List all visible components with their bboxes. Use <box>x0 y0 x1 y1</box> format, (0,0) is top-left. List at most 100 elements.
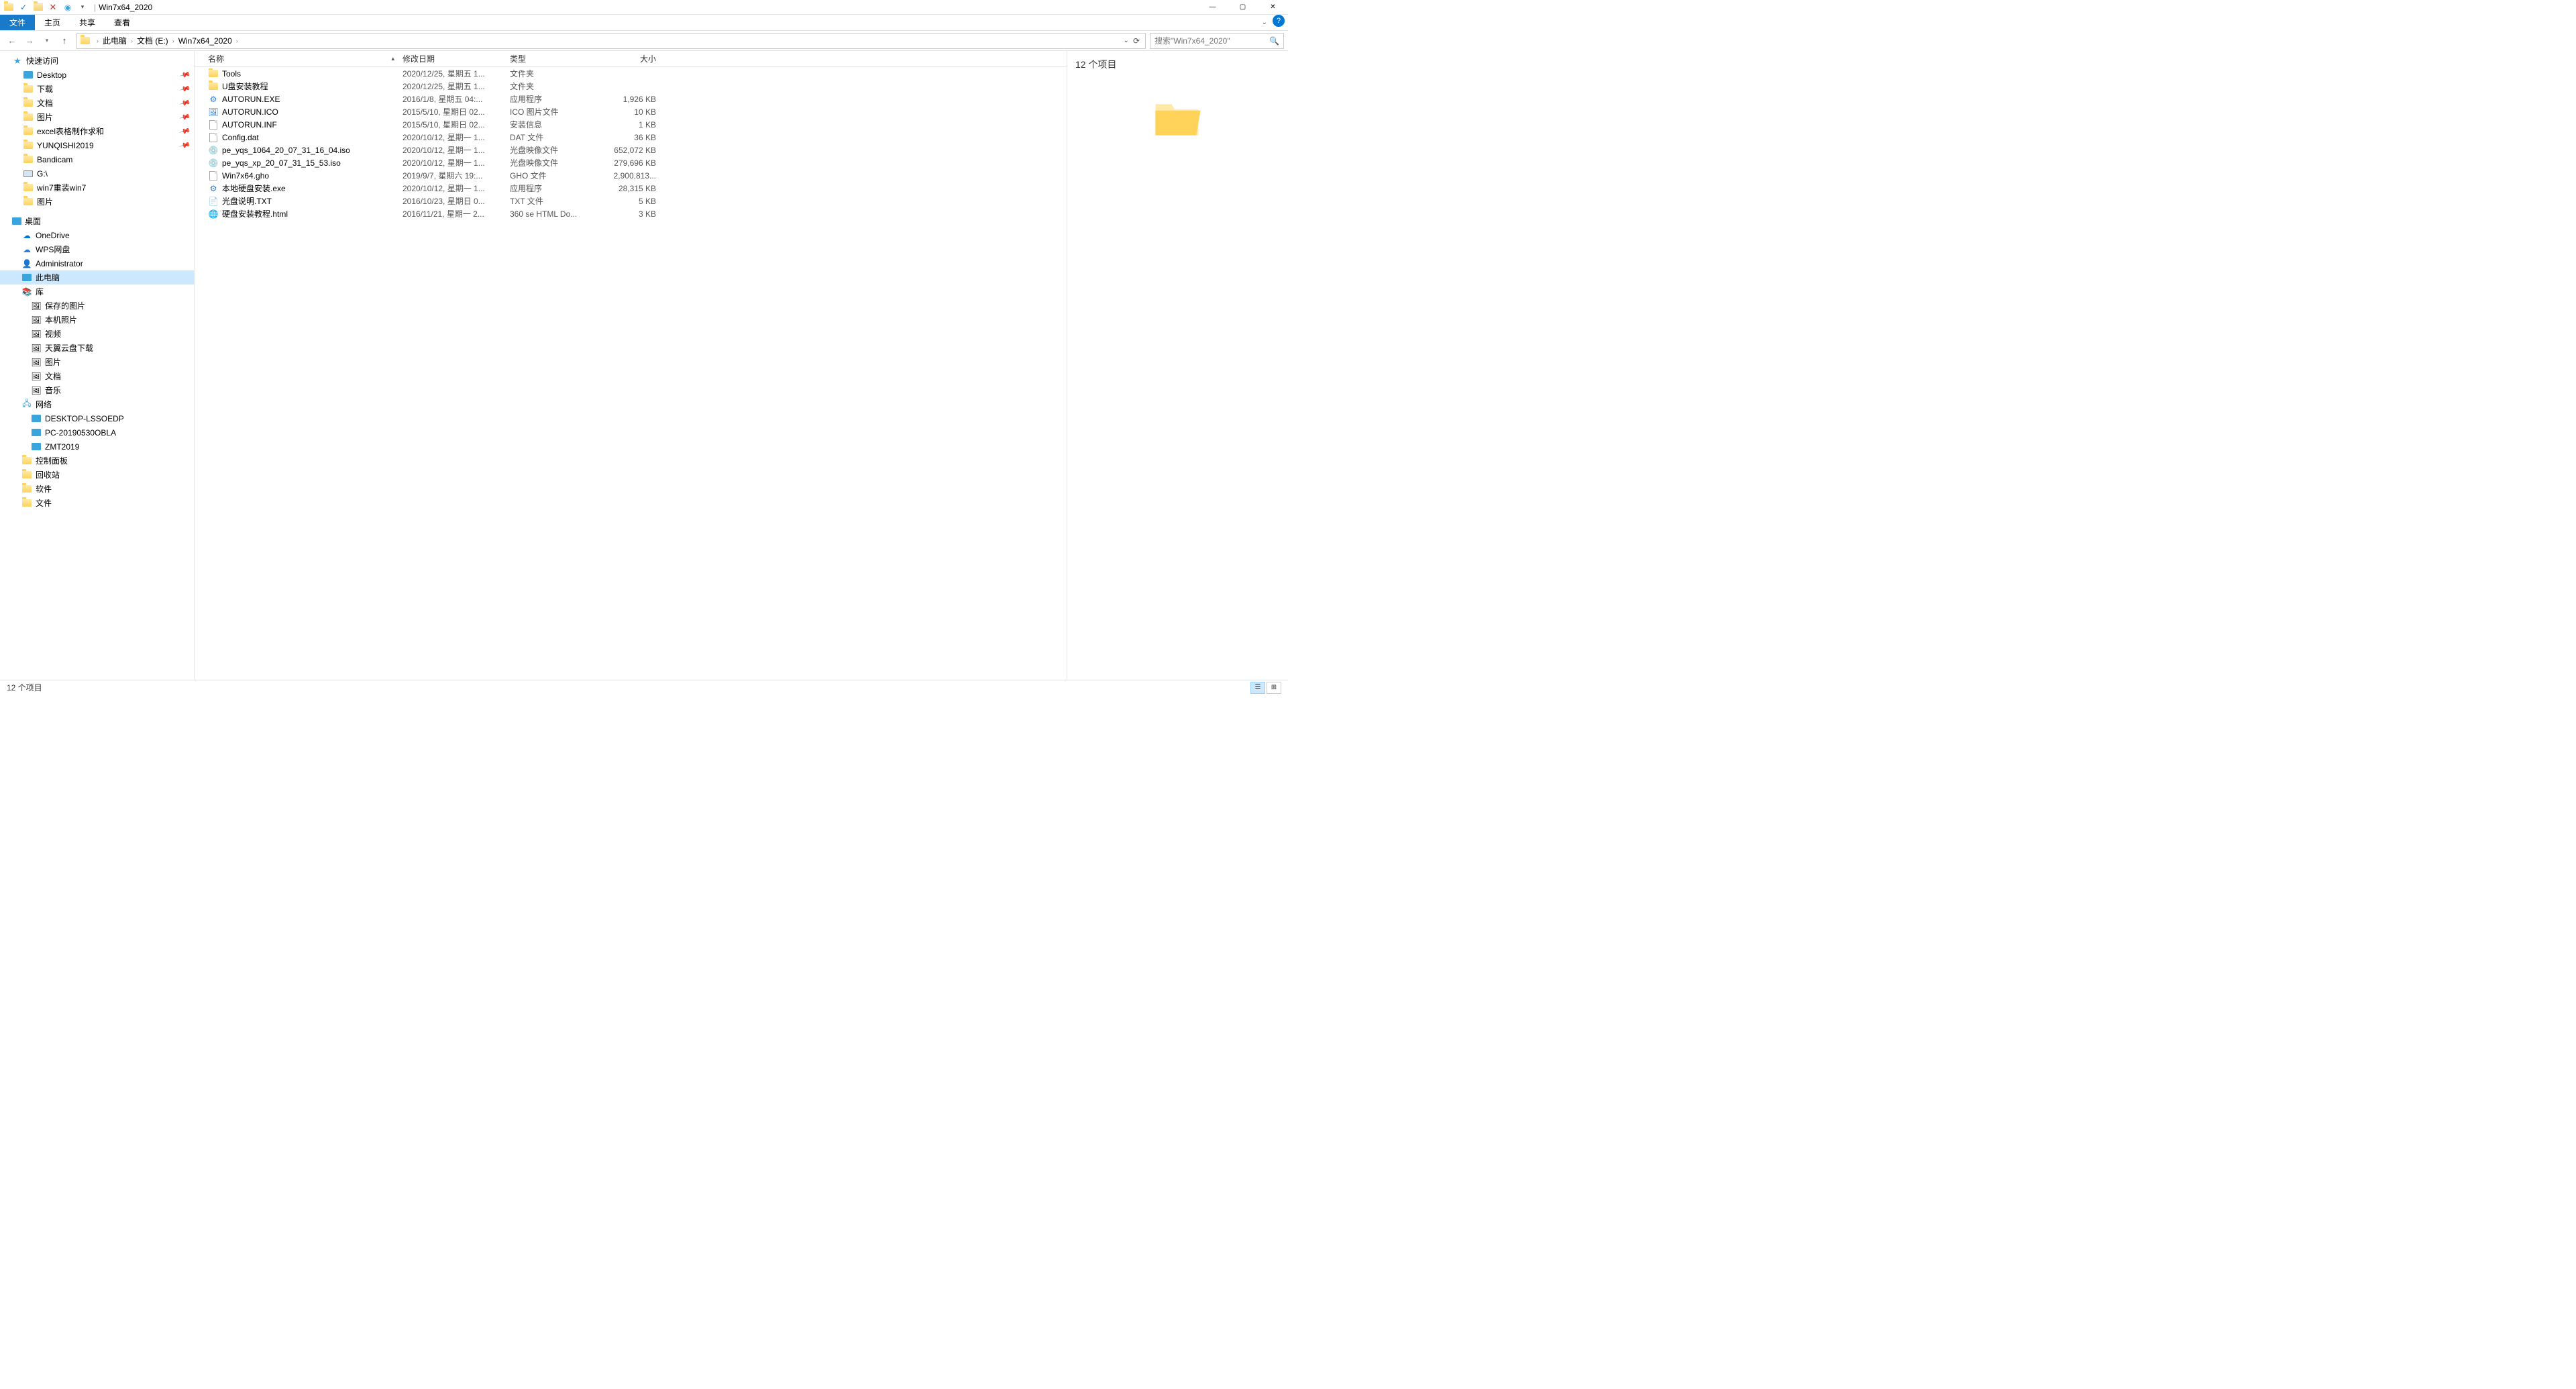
sidebar-item[interactable]: ZMT2019 <box>0 440 194 454</box>
file-row[interactable]: Tools 2020/12/25, 星期五 1... 文件夹 <box>195 67 1067 80</box>
sidebar-item[interactable]: Bandicam <box>0 152 194 166</box>
tree-desktop-root[interactable]: 桌面 <box>0 214 194 228</box>
qat-prev-icon[interactable]: ◉ <box>62 1 74 13</box>
sidebar-item[interactable]: PC-20190530OBLA <box>0 425 194 440</box>
tree-network[interactable]: 🖧 网络 <box>0 397 194 411</box>
tab-file[interactable]: 文件 <box>0 15 35 30</box>
ribbon-expand-icon[interactable]: ⌄ <box>1256 15 1273 30</box>
folder-icon[interactable] <box>32 1 44 13</box>
file-size: 5 KB <box>593 197 660 206</box>
file-list[interactable]: Tools 2020/12/25, 星期五 1... 文件夹 U盘安装教程 20… <box>195 67 1067 680</box>
forward-button[interactable]: → <box>21 33 38 49</box>
tab-home[interactable]: 主页 <box>35 15 70 30</box>
chevron-right-icon[interactable]: › <box>170 38 177 44</box>
help-icon[interactable]: ? <box>1273 15 1285 27</box>
tree-quick-access[interactable]: ★ 快速访问 <box>0 54 194 68</box>
close-button[interactable]: ✕ <box>1258 0 1288 15</box>
sidebar-item[interactable]: Desktop 📌 <box>0 68 194 82</box>
breadcrumb[interactable]: 此电脑 <box>101 35 128 46</box>
library-icon: 🖼 <box>31 315 42 325</box>
search-input[interactable] <box>1155 36 1269 46</box>
tree-label: 控制面板 <box>36 455 68 466</box>
refresh-icon[interactable]: ⟳ <box>1133 36 1140 46</box>
ribbon-minimize-icon[interactable] <box>1184 0 1197 15</box>
folder-icon <box>21 484 32 495</box>
file-date: 2015/5/10, 星期日 02... <box>398 106 506 117</box>
sidebar-item[interactable]: win7重装win7 <box>0 181 194 195</box>
search-icon[interactable]: 🔍 <box>1269 36 1279 46</box>
address-dropdown-icon[interactable]: ⌄ <box>1124 37 1129 44</box>
qat-dropdown-icon[interactable]: ▾ <box>76 1 89 13</box>
qat-check-icon[interactable]: ✓ <box>17 1 30 13</box>
file-row[interactable]: U盘安装教程 2020/12/25, 星期五 1... 文件夹 <box>195 80 1067 93</box>
folder-icon <box>23 126 34 137</box>
file-row[interactable]: 🖼 AUTORUN.ICO 2015/5/10, 星期日 02... ICO 图… <box>195 105 1067 118</box>
sidebar-item[interactable]: ☁ WPS网盘 <box>0 242 194 256</box>
file-type: TXT 文件 <box>506 195 593 207</box>
sidebar-item[interactable]: 🖼 文档 <box>0 369 194 383</box>
sidebar-item[interactable]: 文档 📌 <box>0 96 194 110</box>
computer-icon <box>31 442 42 452</box>
sidebar-item[interactable]: 图片 <box>0 195 194 209</box>
file-row[interactable]: 🌐 硬盘安装教程.html 2016/11/21, 星期一 2... 360 s… <box>195 207 1067 220</box>
sidebar-item[interactable]: 🖼 视频 <box>0 327 194 341</box>
chevron-right-icon[interactable]: › <box>94 38 101 44</box>
maximize-button[interactable]: ▢ <box>1228 0 1258 15</box>
sidebar-item[interactable]: 🖼 音乐 <box>0 383 194 397</box>
sidebar-item[interactable]: 文件 <box>0 496 194 510</box>
view-details-button[interactable]: ☰ <box>1250 682 1265 694</box>
file-row[interactable]: AUTORUN.INF 2015/5/10, 星期日 02... 安装信息 1 … <box>195 118 1067 131</box>
back-button[interactable]: ← <box>4 33 20 49</box>
sidebar-item[interactable]: YUNQISHI2019 📌 <box>0 138 194 152</box>
sidebar-item[interactable]: 🖼 保存的图片 <box>0 299 194 313</box>
sidebar-item[interactable]: 软件 <box>0 482 194 496</box>
minimize-button[interactable]: — <box>1197 0 1228 15</box>
file-row[interactable]: Win7x64.gho 2019/9/7, 星期六 19:... GHO 文件 … <box>195 169 1067 182</box>
sidebar-item[interactable]: 控制面板 <box>0 454 194 468</box>
sidebar-item[interactable]: excel表格制作求和 📌 <box>0 124 194 138</box>
file-row[interactable]: ⚙ 本地硬盘安装.exe 2020/10/12, 星期一 1... 应用程序 2… <box>195 182 1067 195</box>
sidebar-item[interactable]: 👤 Administrator <box>0 256 194 270</box>
disk-icon <box>23 168 34 179</box>
sidebar-item[interactable]: ☁ OneDrive <box>0 228 194 242</box>
sidebar-item[interactable]: 🖼 图片 <box>0 355 194 369</box>
sidebar-item[interactable]: 图片 📌 <box>0 110 194 124</box>
chevron-right-icon[interactable]: › <box>233 38 241 44</box>
gho-icon <box>208 170 219 181</box>
search-box[interactable]: 🔍 <box>1150 33 1284 49</box>
file-name: U盘安装教程 <box>222 81 268 92</box>
file-row[interactable]: Config.dat 2020/10/12, 星期一 1... DAT 文件 3… <box>195 131 1067 144</box>
file-row[interactable]: 💿 pe_yqs_1064_20_07_31_16_04.iso 2020/10… <box>195 144 1067 156</box>
tree-label: 快速访问 <box>26 55 58 66</box>
tab-share[interactable]: 共享 <box>70 15 105 30</box>
view-thumbnails-button[interactable]: ⊞ <box>1267 682 1281 694</box>
address-bar[interactable]: › 此电脑 › 文档 (E:) › Win7x64_2020 › ⌄ ⟳ <box>76 33 1146 49</box>
sidebar-item[interactable]: 🖼 本机照片 <box>0 313 194 327</box>
library-icon: 🖼 <box>31 301 42 311</box>
sidebar-item[interactable]: 回收站 <box>0 468 194 482</box>
file-name: Win7x64.gho <box>222 171 269 181</box>
status-item-count: 12 个项目 <box>7 682 42 693</box>
chevron-right-icon[interactable]: › <box>128 38 136 44</box>
sidebar-item[interactable]: 📚 库 <box>0 285 194 299</box>
column-name[interactable]: 名称▴ <box>204 51 398 66</box>
sidebar-item[interactable]: 下载 📌 <box>0 82 194 96</box>
sidebar-item[interactable]: DESKTOP-LSSOEDP <box>0 411 194 425</box>
file-row[interactable]: 📄 光盘说明.TXT 2016/10/23, 星期日 0... TXT 文件 5… <box>195 195 1067 207</box>
tab-view[interactable]: 查看 <box>105 15 140 30</box>
breadcrumb[interactable]: Win7x64_2020 <box>177 36 233 46</box>
breadcrumb[interactable]: 文档 (E:) <box>136 35 170 46</box>
navigation-tree[interactable]: ★ 快速访问 Desktop 📌 下载 📌 文档 📌 图片 📌 excel表格制… <box>0 51 195 680</box>
qat-delete-icon[interactable]: ✕ <box>47 1 59 13</box>
file-row[interactable]: ⚙ AUTORUN.EXE 2016/1/8, 星期五 04:... 应用程序 … <box>195 93 1067 105</box>
column-date[interactable]: 修改日期 <box>398 51 506 66</box>
column-size[interactable]: 大小 <box>593 51 660 66</box>
sidebar-item[interactable]: 🖼 天翼云盘下载 <box>0 341 194 355</box>
sidebar-item[interactable]: 此电脑 <box>0 270 194 285</box>
column-type[interactable]: 类型 <box>506 51 593 66</box>
sidebar-item[interactable]: G:\ <box>0 166 194 181</box>
up-button[interactable]: ↑ <box>56 33 72 49</box>
file-row[interactable]: 💿 pe_yqs_xp_20_07_31_15_53.iso 2020/10/1… <box>195 156 1067 169</box>
recent-locations-button[interactable]: ▾ <box>39 33 55 49</box>
pin-icon: 📌 <box>179 83 191 95</box>
